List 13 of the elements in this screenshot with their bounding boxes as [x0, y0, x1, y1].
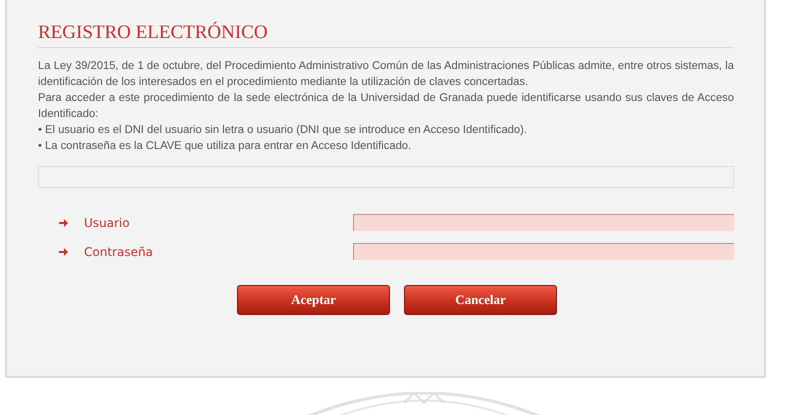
info-text: Para acceder a este procedimiento de la sede electrónica de la Universidad de Granada puede identificarse usando sus claves de Acceso Identificado: [38, 91, 734, 122]
info-text: La Ley 39/2015, de 1 de octubre, del Procedimiento Administrativo Común de las Administraciones Públicas admite, entre otros sistemas, la identificación de los interesados en el procedimiento mediante la utilización de claves concertadas. [38, 59, 734, 90]
field-label: Contraseña [84, 244, 154, 258]
arrow-icon [59, 218, 68, 226]
page-title: REGISTRO ELECTRÓNICO [38, 22, 734, 48]
arrow-icon [59, 248, 68, 256]
accept-button[interactable]: Aceptar [237, 285, 390, 315]
field-label: Usuario [84, 216, 131, 230]
cancel-button[interactable]: Cancelar [404, 285, 557, 315]
input-field[interactable] [353, 214, 734, 231]
input-field[interactable] [353, 243, 734, 260]
info-text: • La contraseña es la CLAVE que utiliza para entrar en Acceso Identificado. [38, 139, 412, 154]
info-text: • El usuario es el DNI del usuario sin letra o usuario (DNI que se introduce en Acceso Identificado). [38, 123, 528, 138]
